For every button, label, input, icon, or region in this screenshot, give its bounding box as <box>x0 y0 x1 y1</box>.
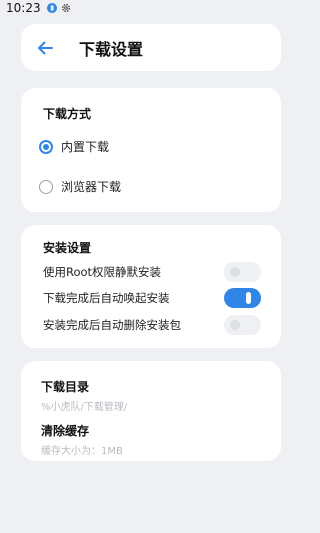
toggle-row-root-install: 使用Root权限静默安装 <box>43 262 261 282</box>
clear-cache-title: 清除缓存 <box>41 424 90 438</box>
toggle-knob <box>246 292 251 304</box>
download-directory-path: %小虎队/下载管理/ <box>41 402 128 413</box>
toggle-auto-delete[interactable] <box>224 315 261 335</box>
toggle-auto-install[interactable] <box>224 288 261 308</box>
download-method-card: 下载方式 内置下载 浏览器下载 <box>21 88 281 212</box>
download-directory-title: 下载目录 <box>41 380 90 394</box>
radio-builtin-download[interactable]: 内置下载 <box>39 138 109 155</box>
install-settings-title: 安装设置 <box>43 241 92 255</box>
toggle-root-install[interactable] <box>224 262 261 282</box>
radio-label-builtin: 内置下载 <box>61 140 110 154</box>
clear-cache-item[interactable]: 清除缓存 缓存大小为：1MB <box>41 422 123 457</box>
bluetooth-icon <box>46 3 57 13</box>
cache-size-text: 缓存大小为：1MB <box>41 446 123 457</box>
toggle-label-auto-install: 下载完成后自动唤起安装 <box>43 291 170 305</box>
toggle-label-root-install: 使用Root权限静默安装 <box>43 265 162 279</box>
install-settings-card: 安装设置 使用Root权限静默安装 下载完成后自动唤起安装 安装完成后自动删除安… <box>21 225 281 348</box>
toggle-knob <box>230 320 240 330</box>
toggle-label-auto-delete: 安装完成后自动删除安装包 <box>43 318 181 332</box>
download-method-title: 下载方式 <box>43 107 92 121</box>
storage-settings-card: 下载目录 %小虎队/下载管理/ 清除缓存 缓存大小为：1MB <box>21 361 281 461</box>
status-bar: 10:23 <box>0 0 300 16</box>
download-directory-item[interactable]: 下载目录 %小虎队/下载管理/ <box>41 378 127 413</box>
arrow-left-icon <box>38 41 53 54</box>
radio-label-browser: 浏览器下载 <box>61 180 122 194</box>
radio-checked-icon[interactable] <box>39 139 53 154</box>
settings-gear-icon <box>61 3 71 13</box>
page-title: 下载设置 <box>79 39 144 59</box>
back-button[interactable] <box>34 37 56 59</box>
toggle-row-auto-delete: 安装完成后自动删除安装包 <box>43 315 261 335</box>
toggle-knob <box>230 267 240 277</box>
header-bar: 下载设置 <box>21 24 281 71</box>
toggle-row-auto-install: 下载完成后自动唤起安装 <box>43 288 261 308</box>
status-time: 10:23 <box>6 1 41 15</box>
radio-browser-download[interactable]: 浏览器下载 <box>39 178 121 195</box>
radio-unchecked-icon[interactable] <box>39 179 53 194</box>
